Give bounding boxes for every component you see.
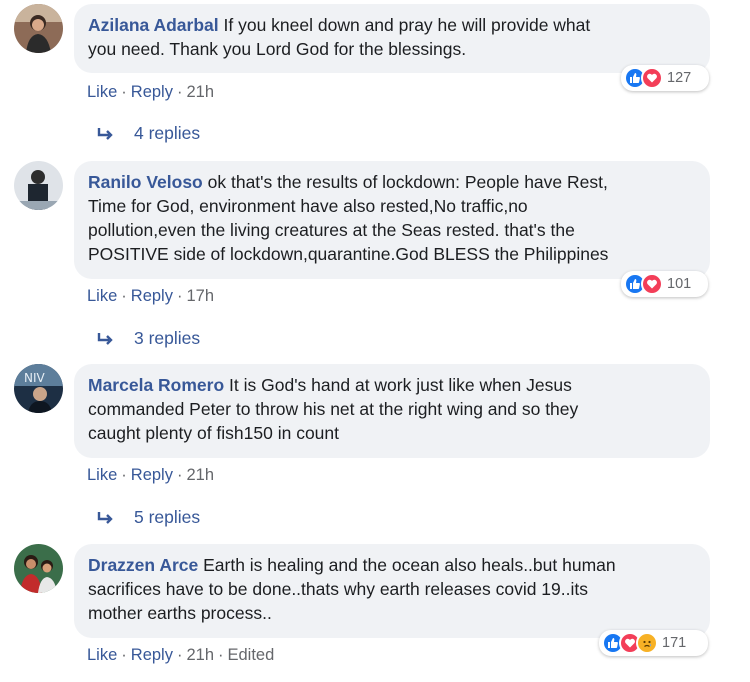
view-replies-link[interactable]: 5 replies (96, 507, 200, 528)
reply-arrow-icon (97, 511, 113, 524)
reaction-count: 127 (667, 70, 692, 86)
comment-text: Time for God, environment have also rest… (88, 196, 528, 216)
separator: · (121, 466, 127, 484)
separator: · (176, 83, 183, 101)
timestamp[interactable]: 21h (186, 83, 214, 101)
comment-bubble: Ranilo Veloso ok that's the results of l… (74, 161, 710, 279)
avatar-image (14, 161, 63, 210)
reply-button[interactable]: Reply (131, 287, 173, 305)
view-replies-link[interactable]: 3 replies (96, 328, 200, 349)
reaction-summary[interactable]: 101 (621, 271, 708, 297)
like-button[interactable]: Like (87, 83, 117, 101)
replies-count[interactable]: 3 replies (134, 328, 200, 349)
avatar[interactable]: NIV (14, 364, 63, 413)
edited-label[interactable]: Edited (228, 646, 275, 664)
separator: · (176, 287, 183, 305)
comment-bubble: Marcela Romero It is God's hand at work … (74, 364, 710, 458)
reaction-summary[interactable]: 127 (621, 65, 709, 91)
comment-actions: Like · Reply · 17h (87, 287, 214, 306)
comment-text: commanded Peter to throw his net at the … (88, 399, 579, 419)
sad-reaction-icon (636, 632, 658, 654)
like-button[interactable]: Like (87, 646, 117, 664)
reply-arrow-icon (97, 127, 113, 140)
comment-text: you need. Thank you Lord God for the ble… (88, 39, 467, 59)
avatar-image (14, 4, 63, 53)
comment-author[interactable]: Marcela Romero (88, 375, 224, 395)
love-reaction-icon (641, 67, 663, 89)
like-button[interactable]: Like (87, 466, 117, 484)
view-replies-link[interactable]: 4 replies (96, 123, 200, 144)
comment-text: pollution,even the living creatures at t… (88, 220, 575, 240)
comment-actions: Like · Reply · 21h (87, 83, 214, 102)
comment-actions: Like · Reply · 21h (87, 466, 214, 485)
separator: · (176, 646, 183, 664)
comment-bubble: Drazzen Arce Earth is healing and the oc… (74, 544, 710, 638)
comment-text: Earth is healing and the ocean also heal… (203, 555, 616, 575)
comment-author[interactable]: Ranilo Veloso (88, 172, 203, 192)
avatar[interactable] (14, 161, 63, 210)
reply-button[interactable]: Reply (131, 83, 173, 101)
separator: · (176, 466, 183, 484)
timestamp[interactable]: 21h (186, 466, 214, 484)
comment-text: POSITIVE side of lockdown,quarantine.God… (88, 244, 609, 264)
reply-button[interactable]: Reply (131, 646, 173, 664)
avatar-image: NIV (14, 364, 63, 413)
comment-actions: Like · Reply · 21h · Edited (87, 646, 274, 665)
comment-bubble: Azilana Adarbal If you kneel down and pr… (74, 4, 710, 73)
avatar[interactable] (14, 4, 63, 53)
timestamp[interactable]: 17h (186, 287, 214, 305)
reaction-count: 171 (662, 635, 687, 651)
separator: · (121, 287, 127, 305)
comment-text: It is God's hand at work just like when … (229, 375, 572, 395)
separator: · (121, 83, 127, 101)
replies-count[interactable]: 5 replies (134, 507, 200, 528)
svg-text:NIV: NIV (24, 371, 46, 385)
reply-button[interactable]: Reply (131, 466, 173, 484)
avatar[interactable] (14, 544, 63, 593)
comment-text: If you kneel down and pray he will provi… (223, 15, 591, 35)
comment-text: caught plenty of fish150 in count (88, 423, 340, 443)
replies-count[interactable]: 4 replies (134, 123, 200, 144)
love-reaction-icon (641, 273, 663, 295)
comment-author[interactable]: Drazzen Arce (88, 555, 198, 575)
reply-arrow-icon (97, 332, 113, 345)
comment-text: ok that's the results of lockdown: Peopl… (207, 172, 608, 192)
avatar-image (14, 544, 63, 593)
separator: · (218, 646, 224, 664)
separator: · (121, 646, 127, 664)
timestamp[interactable]: 21h (186, 646, 214, 664)
reaction-count: 101 (667, 276, 692, 292)
like-button[interactable]: Like (87, 287, 117, 305)
comment-text: sacrifices have to be done..thats why ea… (88, 579, 588, 599)
comment-author[interactable]: Azilana Adarbal (88, 15, 219, 35)
reaction-summary[interactable]: 171 (599, 630, 708, 656)
comment-text: mother earths process.. (88, 603, 272, 623)
